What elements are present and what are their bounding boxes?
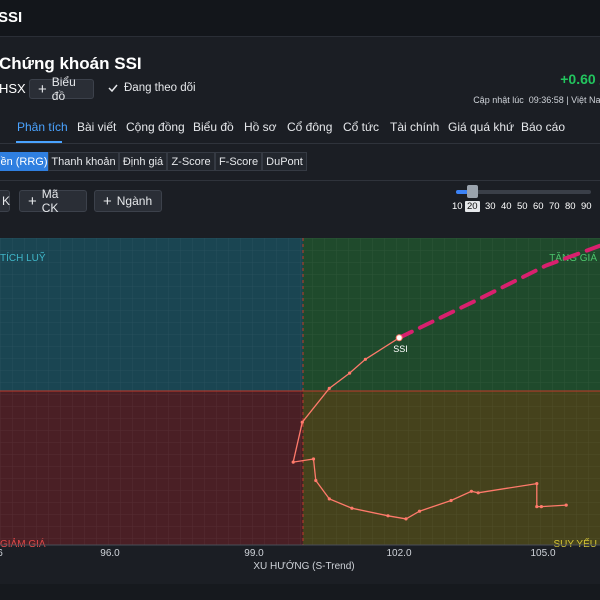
series-point [291, 460, 295, 464]
price-change: +0.60 / - [560, 71, 600, 87]
series-point [404, 517, 408, 521]
follow-toggle[interactable]: Đang theo dõi [108, 82, 196, 94]
slider-handle[interactable] [467, 185, 478, 198]
chart-button-label: Biểu đồ [51, 75, 76, 103]
period-tick[interactable]: 40 [501, 201, 512, 212]
updated-label: Cập nhật lúc [473, 95, 524, 105]
series-point [314, 478, 318, 483]
bottom-bar [0, 584, 600, 600]
plus-icon: + [38, 80, 47, 98]
tab-articles[interactable]: Bài viết [77, 120, 116, 134]
add-sector-label: Ngành [116, 194, 153, 208]
company-name: Chứng khoán SSI [0, 54, 142, 73]
quadrant-label-falling: GIẢM GIÁ [0, 537, 46, 550]
x-tick-label: 102.0 [386, 548, 411, 559]
period-tick[interactable]: 70 [549, 201, 560, 212]
x-tick-label: 6 [0, 548, 3, 559]
tab-analysis[interactable]: Phân tích [17, 120, 68, 134]
follow-label: Đang theo dõi [124, 82, 196, 94]
series-point [311, 457, 316, 461]
active-tab-indicator [16, 141, 62, 143]
series-point [348, 371, 352, 375]
period-tick[interactable]: 50 [517, 201, 528, 212]
series-label: SSI [393, 344, 408, 354]
period-tick[interactable]: 60 [533, 201, 544, 212]
series-point [300, 420, 304, 424]
subtab-rrg[interactable]: ền (RRG) [0, 152, 48, 171]
series-point [449, 498, 453, 503]
series-point [327, 386, 331, 390]
period-tick[interactable]: 10 [452, 201, 463, 212]
add-sector-button[interactable]: + Ngành [94, 190, 162, 212]
updated-time: 09:36:58 [528, 95, 564, 105]
series-point [417, 509, 422, 513]
benchmark-button[interactable]: K [0, 190, 10, 212]
rrg-chart: TÍCH LUỸ TĂNG GIÁ GIẢM GIÁ SUY YẾU 6 96.… [0, 238, 600, 572]
add-symbol-button[interactable]: + Mã CK [19, 187, 87, 215]
subtab-dupont[interactable]: DuPont [262, 152, 307, 171]
subtab-valuation[interactable]: Định giá [119, 152, 167, 171]
series-point [363, 357, 367, 361]
plus-icon: + [28, 192, 37, 210]
app-title: SSI [0, 9, 23, 26]
period-tick[interactable]: 80 [565, 201, 576, 212]
tab-shareholders[interactable]: Cổ đông [287, 120, 332, 134]
subtab-z-score[interactable]: Z-Score [167, 152, 215, 171]
x-tick-label: 96.0 [100, 548, 120, 559]
series-point [386, 514, 390, 518]
period-tick-selected[interactable]: 20 [465, 201, 480, 212]
check-icon [108, 84, 118, 92]
series-point [535, 482, 539, 486]
series-point [469, 489, 473, 493]
series-point [564, 503, 568, 507]
subtab-liquidity[interactable]: Thanh khoản [48, 152, 119, 171]
updated-info: Cập nhật lúc 09:36:58 | Việt Nam [473, 95, 600, 105]
updated-region: Việt Nam [571, 95, 600, 105]
tab-price-history[interactable]: Giá quá khứ [448, 120, 514, 134]
quadrant-label-weakening: SUY YẾU [553, 537, 597, 550]
tab-financials[interactable]: Tài chính [390, 120, 439, 134]
add-symbol-label: Mã CK [41, 187, 59, 215]
tab-reports[interactable]: Báo cáo [521, 120, 565, 134]
tab-chart[interactable]: Biểu đồ [193, 120, 234, 134]
x-axis-label: XU HƯỚNG (S-Trend) [253, 559, 354, 572]
plus-icon: + [103, 192, 112, 210]
quadrant-label-accumulation: TÍCH LUỸ [0, 251, 46, 264]
x-tick-label: 105.0 [530, 548, 555, 559]
exchange-label: HSX [0, 81, 26, 96]
benchmark-label: K [2, 194, 11, 208]
series-point [350, 506, 354, 510]
top-bar: SSI [0, 0, 600, 37]
section-divider [0, 180, 600, 181]
series-point [327, 497, 331, 501]
tab-dividends[interactable]: Cổ tức [343, 120, 379, 134]
series-current-point[interactable] [395, 334, 403, 342]
series-point [476, 491, 480, 495]
chart-button[interactable]: + Biểu đồ [29, 75, 94, 103]
period-tick[interactable]: 90 [581, 201, 592, 212]
series-point [535, 505, 539, 509]
main-tabs: Phân tích Bài viết Cộng đồng Biểu đồ Hồ … [0, 110, 600, 144]
tab-community[interactable]: Cộng đồng [126, 120, 185, 134]
x-tick-label: 99.0 [244, 548, 264, 559]
series-point [539, 505, 544, 509]
tab-profile[interactable]: Hồ sơ [244, 120, 277, 134]
period-tick[interactable]: 30 [485, 201, 496, 212]
subtab-f-score[interactable]: F-Score [215, 152, 262, 171]
